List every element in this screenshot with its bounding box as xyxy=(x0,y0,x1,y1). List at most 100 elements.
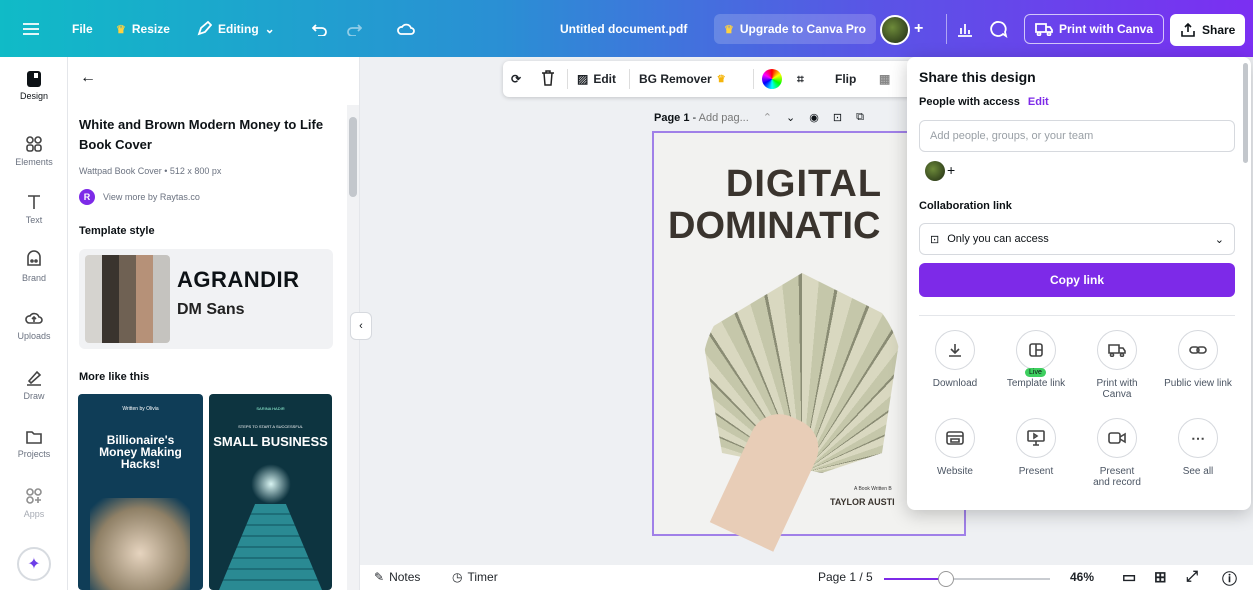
redo-button[interactable] xyxy=(346,14,362,44)
present-icon xyxy=(1027,430,1045,446)
draw-icon xyxy=(27,370,42,386)
option-label: Website xyxy=(937,466,973,477)
share-option-present-and-record[interactable]: Present and record xyxy=(1077,418,1157,488)
panel-scrollbar[interactable] xyxy=(347,105,359,590)
share-upload-icon xyxy=(1181,22,1195,37)
palette-swatch xyxy=(153,255,170,343)
eye-icon[interactable]: ◉ xyxy=(809,111,819,124)
share-button[interactable]: Share xyxy=(1170,14,1246,46)
share-option-see-all[interactable]: ⋯ See all xyxy=(1158,418,1238,477)
rail-item-elements[interactable]: Elements xyxy=(0,135,68,167)
refresh-icon[interactable]: ⟳ xyxy=(511,72,521,86)
zoom-level[interactable]: 46% xyxy=(1070,570,1094,584)
more-like-this-heading: More like this xyxy=(79,371,150,383)
zoom-slider[interactable] xyxy=(884,571,1050,587)
fullscreen-icon[interactable]: ⤢ xyxy=(1186,568,1198,585)
template-style-heading: Template style xyxy=(79,225,155,237)
share-option-present[interactable]: Present xyxy=(996,418,1076,477)
avatar[interactable] xyxy=(880,15,910,45)
copy-link-button[interactable]: Copy link xyxy=(919,263,1235,297)
palette-swatch xyxy=(102,255,119,343)
rail-item-apps[interactable]: Apps xyxy=(0,487,68,519)
edit-image-button[interactable]: ▨ Edit xyxy=(577,72,616,86)
add-collaborator-button[interactable]: + xyxy=(914,14,923,44)
collaborator-avatar[interactable] xyxy=(925,161,945,181)
bg-remover-button[interactable]: BG Remover ♛ xyxy=(639,72,726,86)
back-arrow-icon[interactable]: ← xyxy=(80,69,96,87)
menu-icon[interactable] xyxy=(22,14,40,44)
color-picker-icon[interactable] xyxy=(762,69,782,89)
rail-label: Uploads xyxy=(17,331,51,341)
share-option-print[interactable]: Print with Canva xyxy=(1077,330,1157,400)
chevron-down-icon: ⌄ xyxy=(264,22,275,36)
template-thumbnail[interactable]: Written by Olivia Billionaire's Money Ma… xyxy=(78,394,203,590)
file-menu[interactable]: File xyxy=(72,14,93,44)
cloud-save-icon[interactable] xyxy=(396,14,416,44)
text-icon xyxy=(28,195,40,209)
record-icon xyxy=(1108,432,1126,444)
author-link[interactable]: R View more by Raytas.co xyxy=(79,189,200,205)
cover-title-line2: DOMINATIC xyxy=(668,205,881,247)
page-view-icon[interactable]: ▭ xyxy=(1122,568,1136,586)
grid-view-icon[interactable]: ⊞ xyxy=(1154,568,1167,586)
share-popup: Share this design People with access Edi… xyxy=(907,57,1251,510)
share-option-template-link[interactable]: Live Template link xyxy=(996,330,1076,389)
option-label: Print with Canva xyxy=(1096,378,1138,400)
chevron-up-icon[interactable]: ⌃ xyxy=(763,111,772,124)
share-option-public-view-link[interactable]: Public view link xyxy=(1158,330,1238,389)
template-style-card[interactable]: AGRANDIR DM Sans xyxy=(79,249,333,349)
undo-button[interactable] xyxy=(312,14,328,44)
palette-swatch xyxy=(136,255,153,343)
duplicate-icon[interactable]: ⧉ xyxy=(856,111,864,124)
upgrade-label: Upgrade to Canva Pro xyxy=(739,22,866,36)
rail-item-draw[interactable]: Draw xyxy=(0,369,68,401)
popup-scrollbar[interactable] xyxy=(1243,63,1248,163)
template-thumbnail[interactable]: SARINA HADIR STEPS TO START A SUCCESSFUL… xyxy=(209,394,332,590)
rail-label: Projects xyxy=(17,449,51,459)
bottom-bar: ✎ Notes ◷ Timer Page 1 / 5 46% ▭ ⊞ ⤢ ⓘ xyxy=(360,565,1253,590)
share-option-website[interactable]: Website xyxy=(915,418,995,477)
edit-access-link[interactable]: Edit xyxy=(1028,96,1049,108)
share-option-download[interactable]: Download xyxy=(915,330,995,389)
document-title[interactable]: Untitled document.pdf xyxy=(560,14,687,44)
stairs-graphic xyxy=(219,504,322,590)
crop-icon[interactable]: ⌗ xyxy=(797,72,804,87)
comments-button[interactable] xyxy=(990,14,1008,44)
notes-button[interactable]: ✎ Notes xyxy=(374,570,420,584)
zoom-slider-handle[interactable] xyxy=(938,571,955,587)
access-dropdown[interactable]: ⊡ Only you can access ⌄ xyxy=(919,223,1235,255)
rail-item-text[interactable]: Text xyxy=(0,193,68,225)
cover-byline: A Book Written B xyxy=(854,486,892,492)
timer-button[interactable]: ◷ Timer xyxy=(452,570,498,584)
add-person-icon[interactable]: + xyxy=(947,162,955,178)
print-with-canva-button[interactable]: Print with Canva xyxy=(1024,14,1165,44)
resize-button[interactable]: ♛ Resize xyxy=(116,14,170,44)
rail-item-projects[interactable]: Projects xyxy=(0,429,68,459)
editing-mode-button[interactable]: Editing ⌄ xyxy=(196,14,275,44)
rail-item-uploads[interactable]: Uploads xyxy=(0,309,68,341)
chevron-down-icon[interactable]: ⌄ xyxy=(786,111,795,124)
help-icon[interactable]: ⓘ xyxy=(1222,568,1237,589)
page-label-group[interactable]: Page 1 - Add pag... xyxy=(654,112,749,124)
rail-item-brand[interactable]: Brand xyxy=(0,249,68,283)
crown-icon: ♛ xyxy=(716,73,726,85)
magic-sparkle-icon[interactable]: ✦ xyxy=(17,547,51,581)
thumbnail-title: Billionaire's Money Making Hacks! xyxy=(99,433,182,471)
palette-swatch xyxy=(119,255,136,343)
rail-item-design[interactable]: Design xyxy=(0,71,68,101)
author-avatar: R xyxy=(79,189,95,205)
page-count[interactable]: Page 1 / 5 xyxy=(818,570,873,584)
insights-button[interactable] xyxy=(956,14,974,44)
add-people-input[interactable]: Add people, groups, or your team xyxy=(919,120,1235,152)
trash-icon[interactable] xyxy=(541,70,555,86)
transparency-icon[interactable]: ▦ xyxy=(879,72,890,86)
people-access-label: People with access xyxy=(919,96,1020,108)
flip-button[interactable]: Flip xyxy=(835,72,856,86)
timer-icon: ◷ xyxy=(452,570,463,584)
collapse-panel-button[interactable]: ‹ xyxy=(350,312,372,340)
lock-icon[interactable]: ⊡ xyxy=(833,111,842,124)
print-label: Print with Canva xyxy=(1059,22,1154,36)
design-icon xyxy=(27,71,41,87)
upgrade-button[interactable]: ♛ Upgrade to Canva Pro xyxy=(714,14,876,44)
pencil-icon xyxy=(197,21,212,36)
